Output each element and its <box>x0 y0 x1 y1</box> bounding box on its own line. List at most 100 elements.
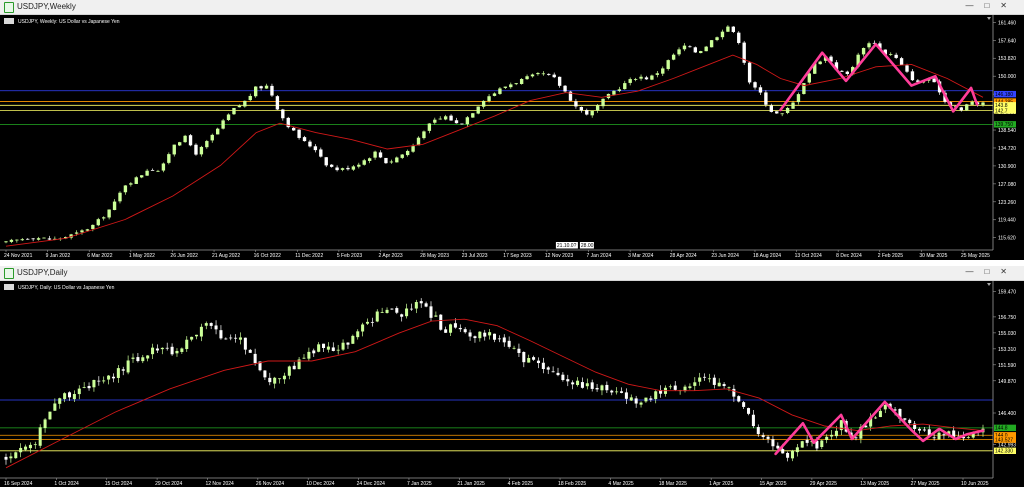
candle-body <box>698 377 702 382</box>
candle-body <box>758 87 763 93</box>
price-tick-label: 115.620 <box>998 236 1016 242</box>
symbol-flag-icon <box>4 284 14 290</box>
price-label-text: 139.750 <box>995 122 1013 128</box>
candle-body <box>188 135 193 146</box>
candle-body <box>129 183 133 185</box>
candle-body <box>655 73 660 75</box>
time-tick-label: 28 Apr 2024 <box>670 253 697 259</box>
candle-body <box>693 382 697 386</box>
candle-body <box>322 343 326 348</box>
candle-body <box>264 85 269 89</box>
candle-body <box>878 410 882 418</box>
price-tick-label: 138.540 <box>998 128 1016 134</box>
daily-window-titlebar[interactable]: USDJPY,Daily —□✕ <box>0 266 1024 281</box>
candle-body <box>747 408 751 414</box>
candle-body <box>576 380 580 386</box>
candle-body <box>732 388 736 397</box>
daily-window-title: USDJPY,Daily <box>17 268 68 277</box>
candle-body <box>302 137 307 142</box>
candle-body <box>224 338 228 340</box>
candle-body <box>102 380 106 382</box>
time-tick-label: 15 Oct 2024 <box>105 481 132 487</box>
candle-body <box>278 378 282 380</box>
candle-body <box>361 324 365 332</box>
candle-body <box>688 386 692 389</box>
chart-header-label: USDJPY, Daily: US Dollar vs Japanese Yen <box>18 285 115 291</box>
candle-body <box>136 357 140 362</box>
candle-body <box>357 164 361 167</box>
minimize-button[interactable]: — <box>965 1 984 10</box>
time-tick-label: 18 Feb 2025 <box>558 481 586 487</box>
time-tick-label: 10 Jun 2025 <box>961 481 989 487</box>
candle-body <box>121 369 125 371</box>
candle-body <box>195 334 199 337</box>
candle-body <box>270 85 274 96</box>
price-tick-label: 157.640 <box>998 38 1016 44</box>
candle-body <box>894 54 898 58</box>
candle-body <box>427 123 432 131</box>
window-controls[interactable]: —□✕ <box>965 1 1018 10</box>
candle-body <box>970 101 974 105</box>
maximize-button[interactable]: □ <box>984 267 1000 276</box>
candle-body <box>465 117 470 125</box>
candle-body <box>483 332 487 337</box>
candle-body <box>503 86 508 88</box>
close-button[interactable]: ✕ <box>1000 267 1018 276</box>
candle-body <box>31 238 35 240</box>
time-tick-label: 12 Nov 2023 <box>545 253 574 259</box>
candle-body <box>204 323 208 326</box>
candle-body <box>384 157 388 164</box>
candle-body <box>722 384 726 387</box>
weekly-window-titlebar[interactable]: USDJPY,Weekly —□✕ <box>0 0 1024 15</box>
candle-body <box>307 351 311 359</box>
candle-body <box>525 76 529 80</box>
candle-body <box>737 32 741 43</box>
time-tick-label: 26 Nov 2024 <box>256 481 285 487</box>
candle-body <box>756 427 760 435</box>
candle-body <box>243 337 247 350</box>
weekly-chart[interactable]: USDJPY, Weekly: US Dollar vs Japanese Ye… <box>0 15 1024 260</box>
chart-background <box>0 281 1024 487</box>
candle-body <box>624 392 628 399</box>
close-button[interactable]: ✕ <box>1000 1 1018 10</box>
candle-body <box>107 209 111 218</box>
window-controls[interactable]: —□✕ <box>965 267 1018 276</box>
candle-body <box>965 104 969 111</box>
candle-body <box>458 327 462 330</box>
candle-body <box>67 392 72 398</box>
candle-body <box>375 311 379 322</box>
candle-body <box>178 142 182 146</box>
candle-body <box>232 107 236 115</box>
candle-body <box>590 382 594 389</box>
candle-body <box>682 45 687 50</box>
candle-body <box>612 90 616 95</box>
candle-body <box>351 166 356 170</box>
candle-body <box>356 331 360 338</box>
candle-body <box>97 380 101 382</box>
candle-body <box>574 101 578 107</box>
candle-body <box>820 440 824 447</box>
cursor-label-text: 28.00 <box>581 243 594 249</box>
candle-body <box>395 308 399 313</box>
time-tick-label: 13 May 2025 <box>860 481 889 487</box>
candle-body <box>654 391 658 400</box>
time-tick-label: 23 Jul 2023 <box>462 253 488 259</box>
daily-chart[interactable]: USDJPY, Daily: US Dollar vs Japanese Yen… <box>0 281 1024 487</box>
candle-body <box>400 154 404 158</box>
candle-body <box>234 337 238 339</box>
price-tick-label: 150.000 <box>998 74 1016 80</box>
candle-body <box>908 419 912 424</box>
candle-body <box>326 346 330 350</box>
candle-body <box>449 115 453 121</box>
candle-body <box>87 386 91 389</box>
maximize-button[interactable]: □ <box>984 1 1000 10</box>
price-tick-label: 155.030 <box>998 331 1016 337</box>
candle-body <box>601 98 605 107</box>
minimize-button[interactable]: — <box>965 267 984 276</box>
candle-body <box>433 119 437 123</box>
candle-body <box>704 46 708 52</box>
candle-body <box>20 239 24 241</box>
time-tick-label: 9 Jan 2022 <box>46 253 71 259</box>
candle-body <box>796 94 801 103</box>
candle-body <box>77 388 81 395</box>
